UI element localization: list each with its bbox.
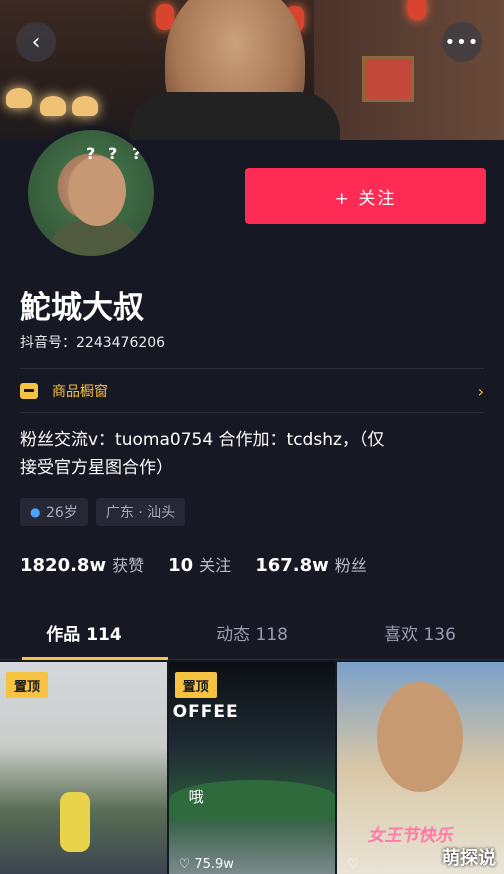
question-mark-icon: ? [86,144,96,163]
age-tag: ● 26岁 [20,498,88,526]
like-count-value: 75.9w [194,857,234,872]
shop-window-label: 商品橱窗 [52,384,108,400]
following-count: 10 [168,555,194,576]
location-tag: 广东 · 汕头 [95,498,186,526]
fans-stat[interactable]: 167.8w 粉丝 [255,552,367,576]
age-label: 26岁 [46,505,78,521]
video-grid: 置顶 OFFEE 置顶 哦 ♡ 75.9w 女王节快乐 ♡ 萌探说 [0,662,504,874]
more-button[interactable]: ••• [442,22,482,62]
tab-likes[interactable]: 喜欢 136 [336,606,504,659]
more-dots-icon: ••• [444,31,480,53]
bio-line: 粉丝交流v：tuoma0754 合作加：tcdshz，（仅 [20,430,385,450]
tab-activity[interactable]: 动态 118 [168,606,336,659]
location-label: 广东 · 汕头 [105,505,176,521]
back-button[interactable]: ‹ [16,22,56,62]
chevron-left-icon: ‹ [31,29,41,55]
shop-window-row[interactable]: 商品橱窗 › [20,372,484,410]
cover-lantern [408,0,426,20]
cover-frame [362,56,414,102]
watermark: 萌探说 [442,848,497,869]
profile-stats: 1820.8w 获赞 10 关注 167.8w 粉丝 [20,552,367,576]
likes-label: 获赞 [112,556,145,575]
shop-icon [20,383,38,399]
video-caption: 女王节快乐 [367,826,453,846]
store-sign-text: OFFEE [172,702,239,722]
video-caption: 哦 [188,788,204,806]
following-stat[interactable]: 10 关注 [168,552,231,576]
likes-stat[interactable]: 1820.8w 获赞 [20,552,144,576]
follow-button[interactable]: + 关注 [245,168,486,224]
cover-shirt [130,92,340,140]
fans-count: 167.8w [255,555,329,576]
question-mark-icon: ? [132,144,142,163]
divider [20,368,484,369]
content-tabs: 作品 114 动态 118 喜欢 136 [0,606,504,660]
following-label: 关注 [199,556,232,575]
person-face [377,682,464,792]
profile-bio: 粉丝交流v：tuoma0754 合作加：tcdshz，（仅 接受官方星图合作） [20,426,490,482]
profile-name: 鮀城大叔 [20,290,144,326]
pinned-badge: 置顶 [174,672,217,698]
like-count: ♡ [347,857,359,872]
tab-works[interactable]: 作品 114 [0,606,168,660]
likes-count: 1820.8w [20,555,107,576]
runner-figure [60,792,90,852]
user-icon: ● [30,505,41,519]
heart-icon: ♡ [178,857,191,872]
fans-label: 粉丝 [334,556,367,575]
question-mark-icon: ? [108,144,118,163]
avatar-body [46,220,146,256]
video-thumbnail[interactable]: 女王节快乐 ♡ 萌探说 [337,662,504,874]
cover-lamp [6,88,32,108]
profile-tags: ● 26岁 广东 · 汕头 [20,498,186,526]
pinned-badge: 置顶 [6,672,49,698]
divider [20,412,484,413]
avatar[interactable]: ? ? ? [24,126,158,260]
video-thumbnail[interactable]: 置顶 [0,662,167,874]
cover-lamp [40,96,66,116]
chevron-right-icon: › [477,381,484,401]
like-count: ♡ 75.9w [179,857,234,872]
heart-icon: ♡ [347,857,359,872]
avatar-face [68,156,126,226]
douyin-id: 抖音号：2243476206 [20,335,166,351]
video-thumbnail[interactable]: OFFEE 置顶 哦 ♡ 75.9w [168,662,336,874]
bio-line: 接受官方星图合作） [20,458,173,478]
cover-lamp [72,96,98,116]
cover-photo [0,0,504,140]
